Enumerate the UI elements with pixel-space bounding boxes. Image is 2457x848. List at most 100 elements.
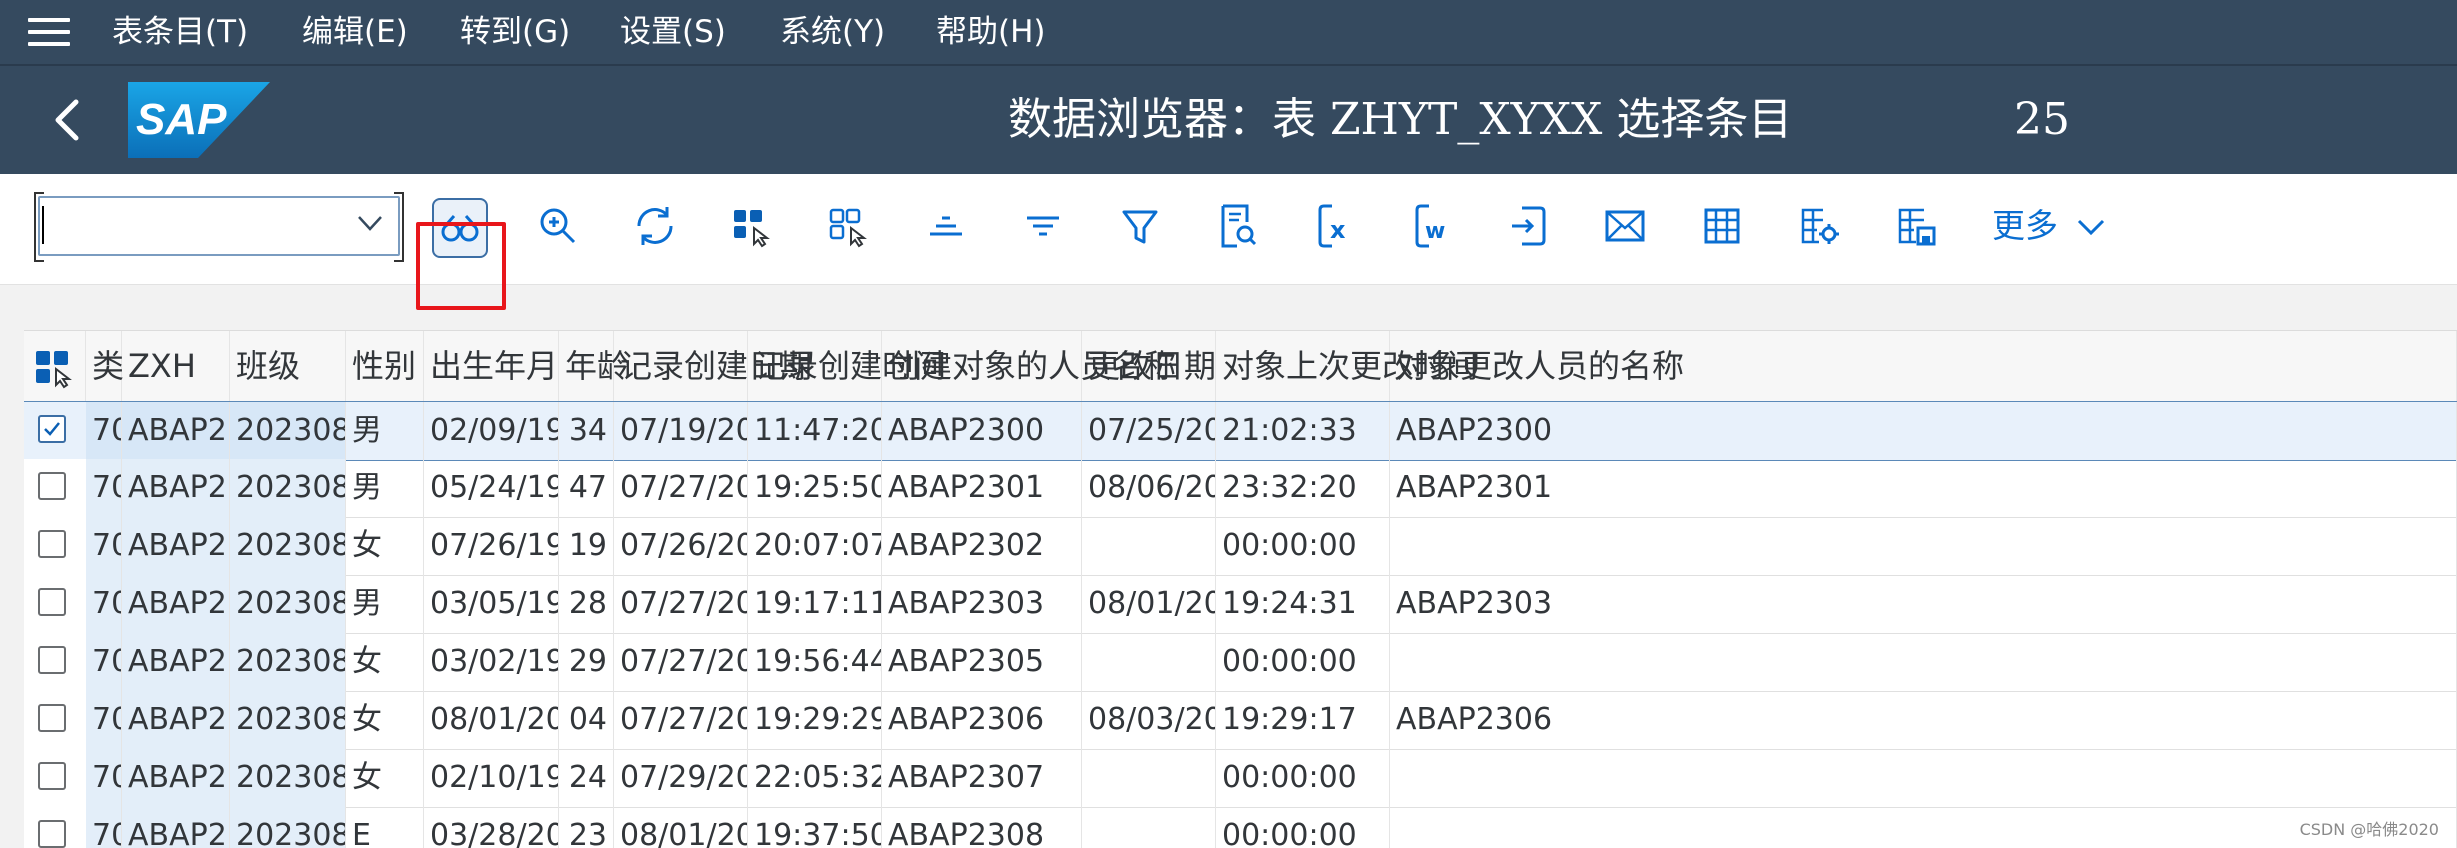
row-checkbox[interactable] [38,588,66,616]
print-preview-button[interactable] [1209,198,1265,254]
menu-item-1[interactable]: 编辑(E) [302,12,408,52]
column-header[interactable]: 记录创建时间 [748,331,946,401]
menu-item-5[interactable]: 帮助(H) [936,12,1046,52]
column-header[interactable]: 性别 [346,331,424,401]
table-cell: 07/27/2023 [614,575,748,633]
filter-button[interactable] [1112,198,1168,254]
row-selector[interactable] [24,459,87,517]
table-cell: 19:24:31 [1216,575,1390,633]
table-cell: 700 [86,402,122,460]
table-cell: 07/27/2023 [614,691,748,749]
row-selector[interactable] [24,749,87,807]
select-all-button[interactable] [724,198,780,254]
table-cell: 202308 [230,633,346,691]
back-icon[interactable] [52,98,82,142]
menu-item-2[interactable]: 转到(G) [460,12,570,52]
send-mail-button[interactable] [1597,198,1653,254]
row-checkbox[interactable] [38,472,66,500]
export-excel-button[interactable]: x [1306,198,1362,254]
hamburger-menu-icon[interactable] [28,18,70,46]
local-file-button[interactable] [1500,198,1556,254]
row-checkbox[interactable] [38,530,66,558]
table-cell: 08/01/2019 [424,691,559,749]
table-cell: 03/28/2000 [424,807,559,848]
text-caret [42,206,44,244]
zoom-button[interactable] [530,198,586,254]
row-selector[interactable] [24,691,87,749]
table-cell: 28 [559,575,614,633]
column-header[interactable]: 记录创建日期 [614,331,812,401]
column-header[interactable]: 班级 [230,331,346,401]
column-header[interactable]: 对象更改人员的名称 [1390,331,2457,401]
filter-icon [1122,210,1158,244]
table-cell: 男 [346,459,424,517]
row-checkbox[interactable] [38,646,66,674]
row-selector[interactable] [24,807,87,848]
table-cell: ABAP2301 [1390,459,2457,517]
save-layout-button[interactable] [1888,198,1944,254]
table-row[interactable]: 700ABAP2308202308E03/28/20002308/01/2023… [24,807,2457,848]
column-header[interactable]: 出生年月 [424,331,559,401]
table-cell: ABAP2306 [122,691,230,749]
command-field[interactable] [34,192,404,262]
red-highlight-box [416,222,506,310]
table-cell: 07/26/2023 [614,517,748,575]
row-selector[interactable] [24,633,87,691]
svg-text:x: x [1330,216,1346,244]
table-cell: 23 [559,807,614,848]
column-header[interactable]: 对象上次更改时间 [1216,331,1478,401]
table-row[interactable]: 700ABAP2302202308女07/26/19961907/26/2023… [24,517,2457,576]
row-checkbox[interactable] [38,704,66,732]
select-all-icon [36,351,72,389]
page-title: 数据浏览器：表 ZHYT_XYXX 选择条目 [1008,94,1793,145]
table-cell [1390,749,2457,807]
grid-save-icon [1898,208,1936,246]
table-row[interactable]: 700ABAP2307202308女02/10/19992407/29/2023… [24,749,2457,808]
select-all-column[interactable] [24,331,86,401]
table-row[interactable]: 700ABAP2300202308男02/09/19903407/19/2023… [24,401,2457,461]
menu-item-0[interactable]: 表条目(T) [112,12,248,52]
table-cell: 20:07:07 [748,517,882,575]
column-header[interactable]: 类 [86,331,124,401]
mail-icon [1605,210,1645,242]
table-cell [1082,807,1216,848]
column-header[interactable]: 创建对象的人员名称 [882,331,1176,401]
table-cell: 女 [346,633,424,691]
deselect-all-button[interactable] [821,198,877,254]
row-selector[interactable] [24,402,87,460]
row-checkbox[interactable] [38,762,66,790]
table-cell [1082,749,1216,807]
column-header[interactable]: 年龄 [559,331,629,401]
chevron-down-icon [2077,219,2105,236]
column-header[interactable]: 更改日期 [1082,331,1216,401]
chevron-down-icon[interactable] [356,212,384,234]
table-cell: 700 [86,575,122,633]
row-checkbox[interactable] [38,820,66,848]
table-cell: ABAP2301 [122,459,230,517]
table-cell: 19:29:29 [748,691,882,749]
table-row[interactable]: 700ABAP2306202308女08/01/20190407/27/2023… [24,691,2457,750]
layout-button[interactable] [1694,198,1750,254]
sort-asc-button[interactable] [918,198,974,254]
table-header: 类 ZXH 班级 性别 出生年月 年龄 记录创建日期 记录创建时间 创建对象的人员名称 更改日期对… [24,330,2457,402]
table-row[interactable]: 700ABAP2301202308男05/24/19764707/27/2023… [24,459,2457,518]
change-layout-button[interactable] [1791,198,1847,254]
export-word-button[interactable]: w [1403,198,1459,254]
refresh-button[interactable] [627,198,683,254]
sap-logo-text: SAP [136,95,227,144]
menu-item-3[interactable]: 设置(S) [620,12,726,52]
sort-desc-button[interactable] [1015,198,1071,254]
row-checkbox[interactable] [38,415,66,443]
column-header[interactable]: ZXH [122,331,230,401]
row-selector[interactable] [24,517,87,575]
table-row[interactable]: 700ABAP2303202308男03/05/19952807/27/2023… [24,575,2457,634]
table-row[interactable]: 700ABAP2305202308女03/02/19942907/27/2023… [24,633,2457,692]
table-cell: 22:05:32 [748,749,882,807]
table-cell [1390,633,2457,691]
table-cell: 700 [86,749,122,807]
menu-item-4[interactable]: 系统(Y) [780,12,885,52]
more-button[interactable]: 更多 [1992,204,2105,248]
row-selector[interactable] [24,575,87,633]
table-cell: ABAP2303 [1390,575,2457,633]
entry-count: 25 [2014,94,2070,145]
